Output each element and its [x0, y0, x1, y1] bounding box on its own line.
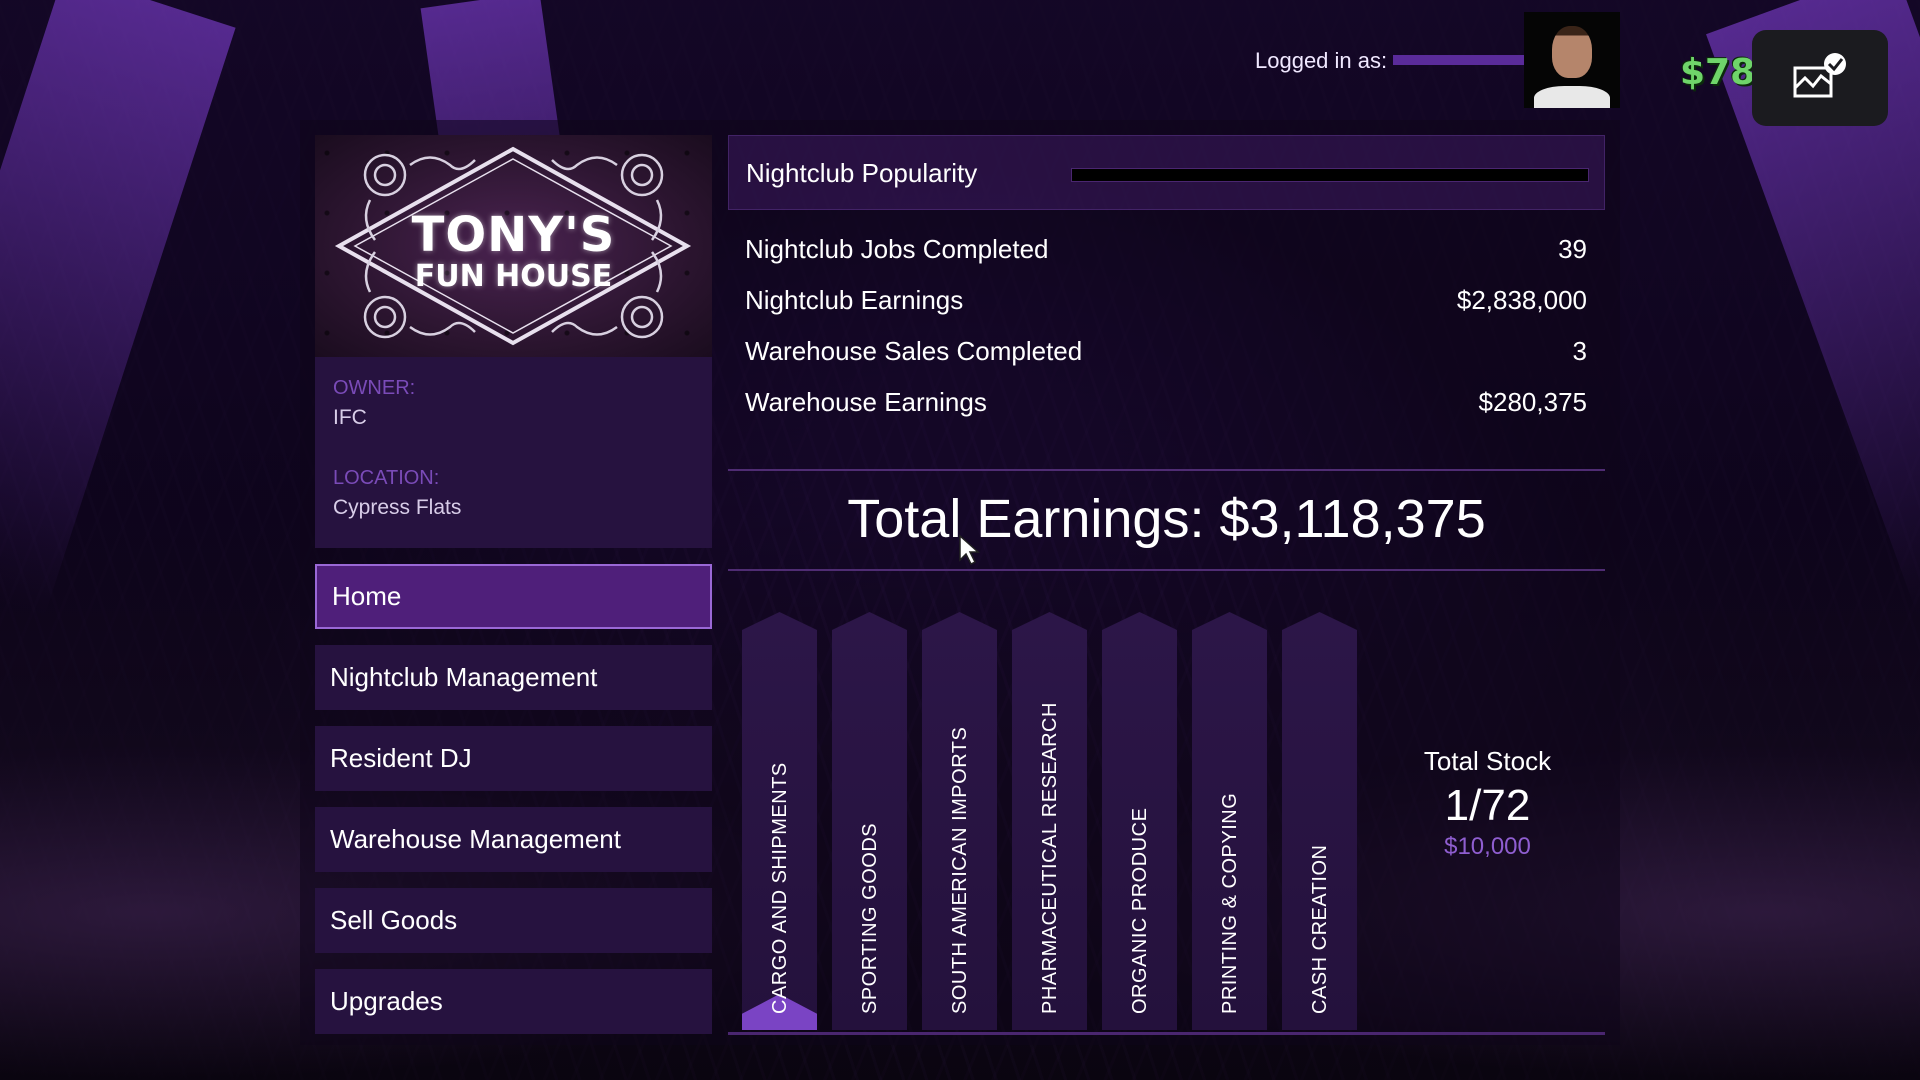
total-stock-value: $10,000	[1444, 833, 1531, 860]
nav-label: Resident DJ	[330, 743, 472, 773]
mouse-cursor-icon	[959, 534, 980, 566]
goods-label: PRINTING & COPYING	[1218, 792, 1241, 1014]
nav-warehouse-management[interactable]: Warehouse Management	[315, 807, 712, 872]
avatar-shirt	[1534, 86, 1610, 108]
login-status: Logged in as:	[1255, 48, 1542, 74]
stat-row: Nightclub Earnings $2,838,000	[745, 280, 1587, 320]
goods-column-cargo[interactable]: CARGO AND SHIPMENTS	[742, 612, 817, 1030]
stat-label: Nightclub Jobs Completed	[745, 233, 1049, 264]
goods-label: CASH CREATION	[1308, 844, 1331, 1014]
owner-value: IFC	[333, 406, 367, 429]
stat-row: Warehouse Earnings $280,375	[745, 382, 1587, 422]
stat-value: $2,838,000	[1456, 284, 1587, 315]
divider	[728, 569, 1605, 571]
stat-value: 3	[1572, 335, 1587, 366]
stat-row: Warehouse Sales Completed 3	[745, 331, 1587, 371]
login-label: Logged in as:	[1255, 48, 1388, 73]
nav-resident-dj[interactable]: Resident DJ	[315, 726, 712, 791]
nav-label: Nightclub Management	[330, 662, 598, 692]
avatar-face	[1552, 26, 1592, 78]
divider	[728, 1032, 1605, 1035]
nav-sell-goods[interactable]: Sell Goods	[315, 888, 712, 953]
stat-label: Warehouse Earnings	[745, 386, 987, 417]
redacted-username	[1393, 55, 1542, 66]
nav-home[interactable]: Home	[315, 564, 712, 629]
total-earnings: Total Earnings: $3,118,375	[847, 489, 1486, 549]
nav-label: Upgrades	[330, 986, 443, 1016]
image-check-icon	[1793, 53, 1846, 98]
total-stock-label: Total Stock	[1423, 746, 1552, 776]
nav-label: Home	[332, 581, 402, 611]
stat-label: Warehouse Sales Completed	[745, 335, 1083, 366]
goods-label: SOUTH AMERICAN IMPORTS	[948, 726, 971, 1014]
goods-column-cash[interactable]: CASH CREATION	[1282, 612, 1357, 1030]
logo-subtitle: FUN HOUSE	[414, 259, 613, 294]
nav-nightclub-management[interactable]: Nightclub Management	[315, 645, 712, 710]
goods-label: ORGANIC PRODUCE	[1128, 807, 1151, 1014]
nav-label: Sell Goods	[330, 905, 458, 935]
goods-label: SPORTING GOODS	[858, 822, 881, 1014]
divider	[728, 469, 1605, 471]
popularity-label: Nightclub Popularity	[746, 158, 978, 188]
nav-upgrades[interactable]: Upgrades	[315, 969, 712, 1034]
nav-label: Warehouse Management	[330, 824, 621, 854]
popularity-section: Nightclub Popularity	[728, 135, 1605, 210]
popularity-bar	[1071, 168, 1589, 182]
goods-column-printing[interactable]: PRINTING & COPYING	[1192, 612, 1267, 1030]
notification-popup[interactable]	[1752, 30, 1888, 126]
goods-column-organic[interactable]: ORGANIC PRODUCE	[1102, 612, 1177, 1030]
goods-column-sporting[interactable]: SPORTING GOODS	[832, 612, 907, 1030]
location-label: LOCATION:	[333, 467, 440, 489]
stat-label: Nightclub Earnings	[745, 284, 964, 315]
location-value: Cypress Flats	[333, 496, 462, 519]
stat-row: Nightclub Jobs Completed 39	[745, 229, 1587, 269]
goods-label: CARGO AND SHIPMENTS	[768, 762, 791, 1014]
goods-column-south-american[interactable]: SOUTH AMERICAN IMPORTS	[922, 612, 997, 1030]
logo-title: TONY'S	[411, 207, 616, 263]
goods-label: PHARMACEUTICAL RESEARCH	[1038, 702, 1061, 1014]
owner-label: OWNER:	[333, 377, 416, 399]
club-info: OWNER: IFC LOCATION: Cypress Flats	[315, 357, 712, 548]
cash-balance: $78	[1680, 52, 1756, 93]
stat-value: 39	[1558, 233, 1587, 264]
goods-column-pharmaceutical[interactable]: PHARMACEUTICAL RESEARCH	[1012, 612, 1087, 1030]
club-logo: TONY'S FUN HOUSE	[315, 135, 712, 357]
player-avatar	[1524, 12, 1620, 108]
total-stock: Total Stock 1/72 $10,000	[1400, 746, 1575, 861]
stat-value: $280,375	[1478, 386, 1587, 417]
total-stock-count: 1/72	[1444, 781, 1531, 830]
